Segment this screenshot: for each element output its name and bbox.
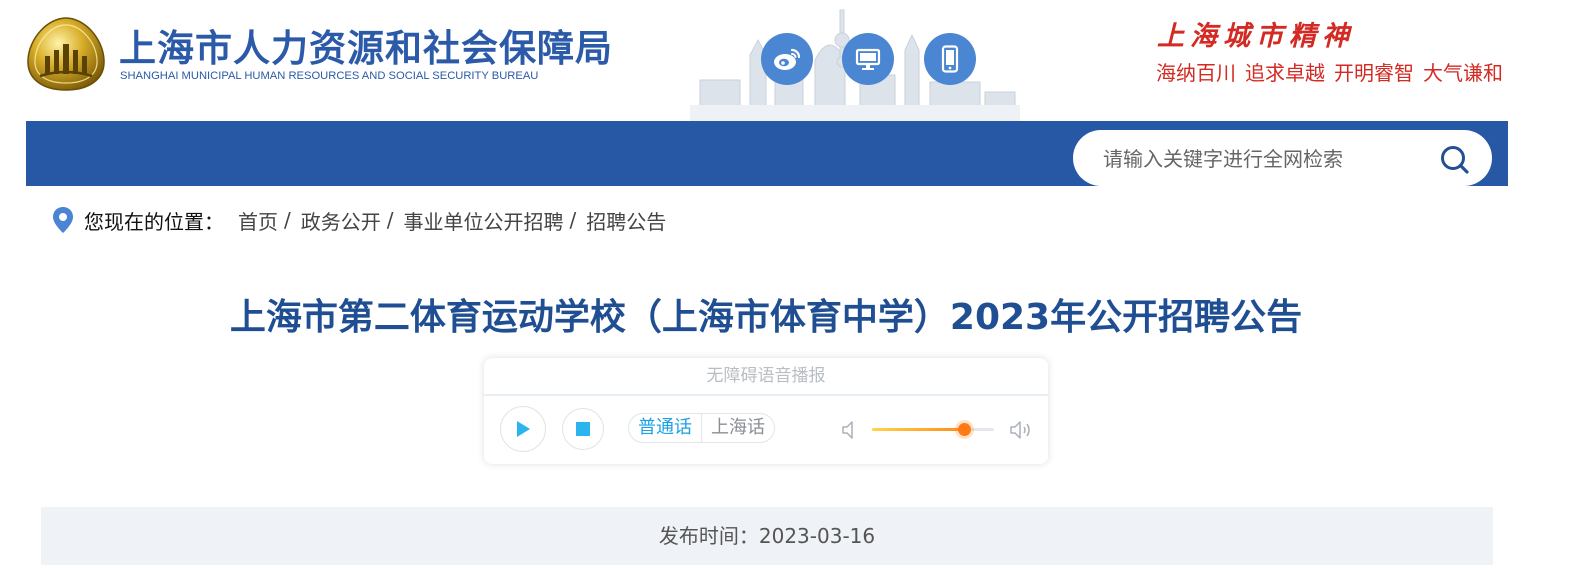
volume-high-icon[interactable] bbox=[1008, 419, 1034, 441]
spirit-slogan: 大气谦和 bbox=[1423, 61, 1503, 85]
breadcrumb-separator: / bbox=[569, 208, 577, 232]
mobile-site-button[interactable] bbox=[924, 33, 976, 85]
audio-player: 无障碍语音播报 普通话 上海话 bbox=[484, 358, 1048, 464]
player-header: 无障碍语音播报 bbox=[484, 358, 1048, 396]
spirit-slogan: 开明睿智 bbox=[1334, 61, 1414, 85]
article-title: 上海市第二体育运动学校（上海市体育中学）2023年公开招聘公告 bbox=[229, 297, 1303, 338]
search-box bbox=[1073, 130, 1492, 186]
city-spirit-slogans: 海纳百川 追求卓越 开明睿智 大气谦和 bbox=[1156, 57, 1503, 86]
play-icon bbox=[517, 421, 530, 437]
breadcrumb-gov-affairs-link[interactable]: 政务公开 bbox=[301, 206, 381, 235]
site-title-english: SHANGHAI MUNICIPAL HUMAN RESOURCES AND S… bbox=[120, 70, 539, 82]
city-spirit-title: 上海城市精神 bbox=[1157, 21, 1355, 52]
publish-label: 发布时间： bbox=[658, 524, 759, 548]
monitor-icon bbox=[855, 48, 881, 70]
volume-slider[interactable] bbox=[872, 423, 994, 436]
language-mandarin-option[interactable]: 普通话 bbox=[629, 414, 702, 442]
language-toggle: 普通话 上海话 bbox=[628, 413, 775, 443]
publish-date: 2023-03-16 bbox=[758, 524, 876, 548]
spirit-slogan: 海纳百川 bbox=[1156, 61, 1236, 85]
weibo-icon bbox=[774, 48, 801, 70]
breadcrumb-home-link[interactable]: 首页 bbox=[238, 206, 278, 235]
breadcrumb-separator: / bbox=[284, 208, 291, 232]
stop-icon bbox=[576, 422, 590, 436]
breadcrumb: 您现在的位置： 首页 / 政务公开 / 事业单位公开招聘 / 招聘公告 bbox=[52, 205, 666, 235]
mobile-icon bbox=[941, 45, 959, 73]
pc-site-button[interactable] bbox=[842, 33, 894, 85]
breadcrumb-announcement-link[interactable]: 招聘公告 bbox=[586, 206, 666, 235]
location-pin-icon bbox=[53, 207, 73, 233]
volume-slider-handle[interactable] bbox=[957, 423, 971, 436]
breadcrumb-separator: / bbox=[386, 208, 394, 232]
breadcrumb-recruitment-link[interactable]: 事业单位公开招聘 bbox=[404, 206, 564, 235]
publish-info-bar: 发布时间：2023-03-16 bbox=[41, 507, 1493, 565]
search-input[interactable] bbox=[1101, 143, 1425, 175]
stop-button[interactable] bbox=[562, 408, 604, 450]
language-shanghainese-option[interactable]: 上海话 bbox=[702, 414, 774, 442]
bureau-emblem-icon[interactable] bbox=[26, 16, 106, 92]
volume-low-icon[interactable] bbox=[840, 419, 860, 441]
play-button[interactable] bbox=[500, 406, 546, 452]
weibo-button[interactable] bbox=[761, 33, 813, 85]
spirit-slogan: 追求卓越 bbox=[1245, 61, 1325, 85]
volume-level-fill bbox=[872, 428, 964, 431]
search-icon[interactable] bbox=[1439, 144, 1471, 176]
site-title[interactable]: 上海市人力资源和社会保障局 bbox=[119, 18, 613, 72]
site-header: 上海市人力资源和社会保障局 SHANGHAI MUNICIPAL HUMAN R… bbox=[0, 0, 1587, 121]
breadcrumb-label: 您现在的位置： bbox=[84, 209, 224, 234]
